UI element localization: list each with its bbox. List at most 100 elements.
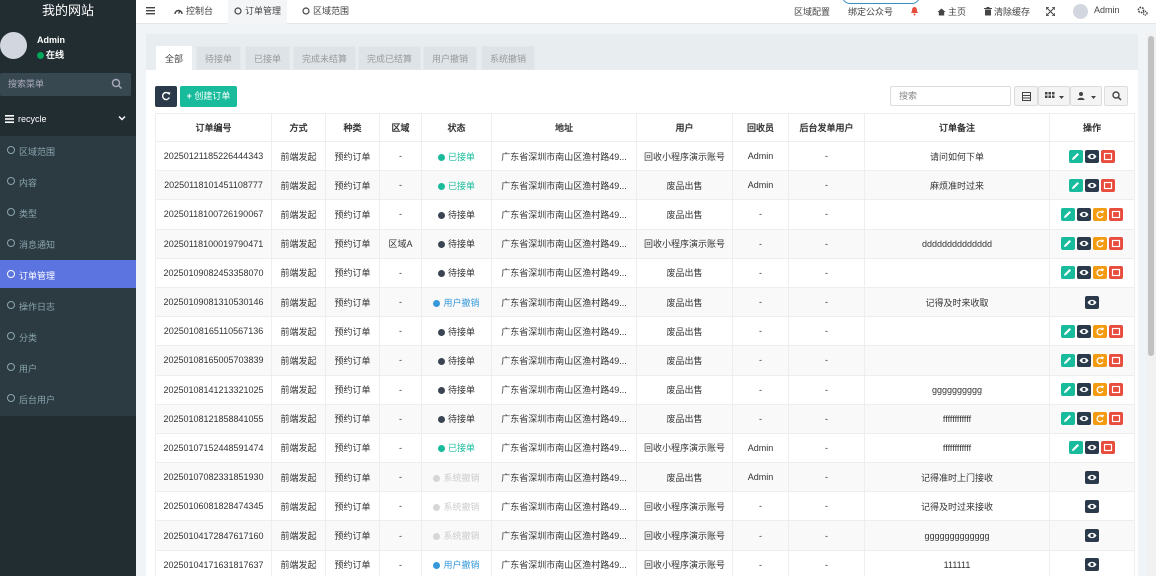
table-row[interactable]: 20250108121858841055 前端发起 预约订单 - 待接单 广东省深圳市南山… <box>155 403 1135 434</box>
view-button[interactable] <box>1077 207 1091 221</box>
col-backend-user[interactable]: 后台发单用户 <box>788 113 865 142</box>
export-data-button[interactable] <box>1070 86 1102 106</box>
top-avatar[interactable] <box>1073 4 1088 19</box>
sidebar-item-type[interactable]: 类型 <box>0 198 136 226</box>
view-button[interactable] <box>1077 412 1091 426</box>
delete-button[interactable] <box>1109 412 1123 426</box>
table-row[interactable]: 20250108165110567136 前端发起 预约订单 - 待接单 广东省深圳市南山… <box>155 316 1135 347</box>
edit-button[interactable] <box>1069 149 1083 163</box>
view-button[interactable] <box>1085 499 1099 513</box>
delete-button[interactable] <box>1109 324 1123 338</box>
sidebar-item-users[interactable]: 用户 <box>0 353 136 381</box>
bell-icon[interactable] <box>910 6 919 16</box>
tab-orders[interactable]: 订单管理 <box>228 0 288 24</box>
admin-name[interactable]: Admin <box>1094 5 1120 15</box>
col-collector[interactable]: 回收员 <box>732 113 789 142</box>
delete-button[interactable] <box>1109 353 1123 367</box>
gears-icon[interactable] <box>1137 6 1148 16</box>
view-button[interactable] <box>1077 383 1091 397</box>
export-button[interactable] <box>1014 86 1038 106</box>
sidebar-item-category[interactable]: 分类 <box>0 322 136 350</box>
view-button[interactable] <box>1077 353 1091 367</box>
view-button[interactable] <box>1077 237 1091 251</box>
col-address[interactable]: 地址 <box>491 113 637 142</box>
reassign-button[interactable] <box>1093 383 1107 397</box>
tab-done-settled[interactable]: 完成已结算 <box>358 46 422 70</box>
col-user[interactable]: 用户 <box>636 113 733 142</box>
delete-button[interactable] <box>1101 441 1115 455</box>
sidebar-item-content[interactable]: 内容 <box>0 167 136 195</box>
col-order-id[interactable]: 订单编号 <box>155 113 272 142</box>
view-button[interactable] <box>1085 529 1099 543</box>
view-button[interactable] <box>1077 266 1091 280</box>
edit-button[interactable] <box>1061 412 1075 426</box>
table-row[interactable]: 2025012118522644434​3 前端发起 预约订单 - 已接单 广东省深圳市南… <box>155 140 1135 172</box>
columns-button[interactable] <box>1038 86 1070 106</box>
reassign-button[interactable] <box>1093 266 1107 280</box>
table-row[interactable]: 20250104172847617160 前端发起 预约订单 - 系统撤销 广东省深圳市南… <box>155 520 1135 551</box>
table-row[interactable]: 20250118100019790471 前端发起 预约订单 区域A 待接单 广东省深圳市… <box>155 228 1135 259</box>
view-button[interactable] <box>1077 324 1091 338</box>
refresh-button[interactable] <box>155 86 177 107</box>
table-row[interactable]: 20250108141213321025 前端发起 预约订单 - 待接单 广东省深圳市南山… <box>155 374 1135 405</box>
advanced-search-button[interactable] <box>1104 86 1128 106</box>
table-row[interactable]: 20250118100726190067 前端发起 预约订单 - 待接单 广东省深圳市南山… <box>155 199 1135 230</box>
sidebar-item-notice[interactable]: 消息通知 <box>0 229 136 257</box>
delete-button[interactable] <box>1101 149 1115 163</box>
reassign-button[interactable] <box>1093 412 1107 426</box>
site-title[interactable]: 我的网站 <box>0 0 136 24</box>
table-row[interactable]: 20250109082453358070 前端发起 预约订单 - 待接单 广东省深圳市南山… <box>155 257 1135 288</box>
tab-dashboard[interactable]: 控制台 <box>174 0 213 24</box>
table-row[interactable]: 20250109081310530146 前端发起 预约订单 - 用户撤销 广东省深圳市南… <box>155 286 1135 318</box>
reassign-button[interactable] <box>1093 207 1107 221</box>
edit-button[interactable] <box>1069 178 1083 192</box>
delete-button[interactable] <box>1109 383 1123 397</box>
home-link[interactable]: 主页 <box>937 5 966 18</box>
table-row[interactable]: 20250107082331851930 前端发起 预约订单 - 系统撤销 广东省深圳市南… <box>155 462 1135 493</box>
tab-pending[interactable]: 待接单 <box>196 46 242 70</box>
view-button[interactable] <box>1085 470 1099 484</box>
menu-search-input[interactable] <box>8 77 108 91</box>
tab-area[interactable]: 区域范围 <box>302 0 349 24</box>
create-order-button[interactable]: + 创建订单 <box>180 86 237 107</box>
sidebar-item-admins[interactable]: 后台用户 <box>0 384 136 412</box>
scrollbar-thumb[interactable] <box>1148 36 1154 356</box>
delete-button[interactable] <box>1109 266 1123 280</box>
col-method[interactable]: 方式 <box>271 113 326 142</box>
table-row[interactable]: 20250108165005703839 前端发起 预约订单 - 待接单 广东省深圳市南山… <box>155 345 1135 376</box>
view-button[interactable] <box>1085 558 1099 572</box>
delete-button[interactable] <box>1109 237 1123 251</box>
tab-done-unsettled[interactable]: 完成未结算 <box>293 46 357 70</box>
table-search-input[interactable] <box>891 87 1010 105</box>
delete-button[interactable] <box>1101 178 1115 192</box>
edit-button[interactable] <box>1061 266 1075 280</box>
table-row[interactable]: 20250118101451108777 前端发起 预约订单 - 已接单 广东省深圳市南山… <box>155 170 1135 201</box>
col-remark[interactable]: 订单备注 <box>864 113 1050 142</box>
col-area[interactable]: 区域 <box>379 113 422 142</box>
tab-user-cancel[interactable]: 用户撤销 <box>423 46 478 70</box>
menu-toggle-icon[interactable] <box>146 6 155 15</box>
sidebar-item-area[interactable]: 区域范围 <box>0 136 136 164</box>
bind-wechat-link[interactable]: 绑定公众号 <box>848 5 893 18</box>
col-kind[interactable]: 种类 <box>325 113 380 142</box>
region-config-link[interactable]: 区域配置 <box>794 5 830 18</box>
view-button[interactable] <box>1085 441 1099 455</box>
menu-group-recycle[interactable]: recycle <box>0 108 136 132</box>
tab-all[interactable]: 全部 <box>156 46 193 70</box>
sidebar-item-log[interactable]: 操作日志 <box>0 291 136 319</box>
view-button[interactable] <box>1085 149 1099 163</box>
tab-accepted[interactable]: 已接单 <box>245 46 291 70</box>
clear-cache-link[interactable]: 清除缓存 <box>984 5 1030 18</box>
fullscreen-icon[interactable] <box>1046 7 1055 16</box>
view-button[interactable] <box>1085 295 1099 309</box>
col-status[interactable]: 状态 <box>421 113 492 142</box>
edit-button[interactable] <box>1061 207 1075 221</box>
edit-button[interactable] <box>1061 324 1075 338</box>
reassign-button[interactable] <box>1093 353 1107 367</box>
delete-button[interactable] <box>1109 207 1123 221</box>
table-row[interactable]: 20250104171631817637 前端发起 预约订单 - 用户撤销 广东省深圳市南… <box>155 549 1135 576</box>
edit-button[interactable] <box>1061 237 1075 251</box>
view-button[interactable] <box>1085 178 1099 192</box>
reassign-button[interactable] <box>1093 324 1107 338</box>
page-scrollbar[interactable] <box>1146 34 1156 576</box>
